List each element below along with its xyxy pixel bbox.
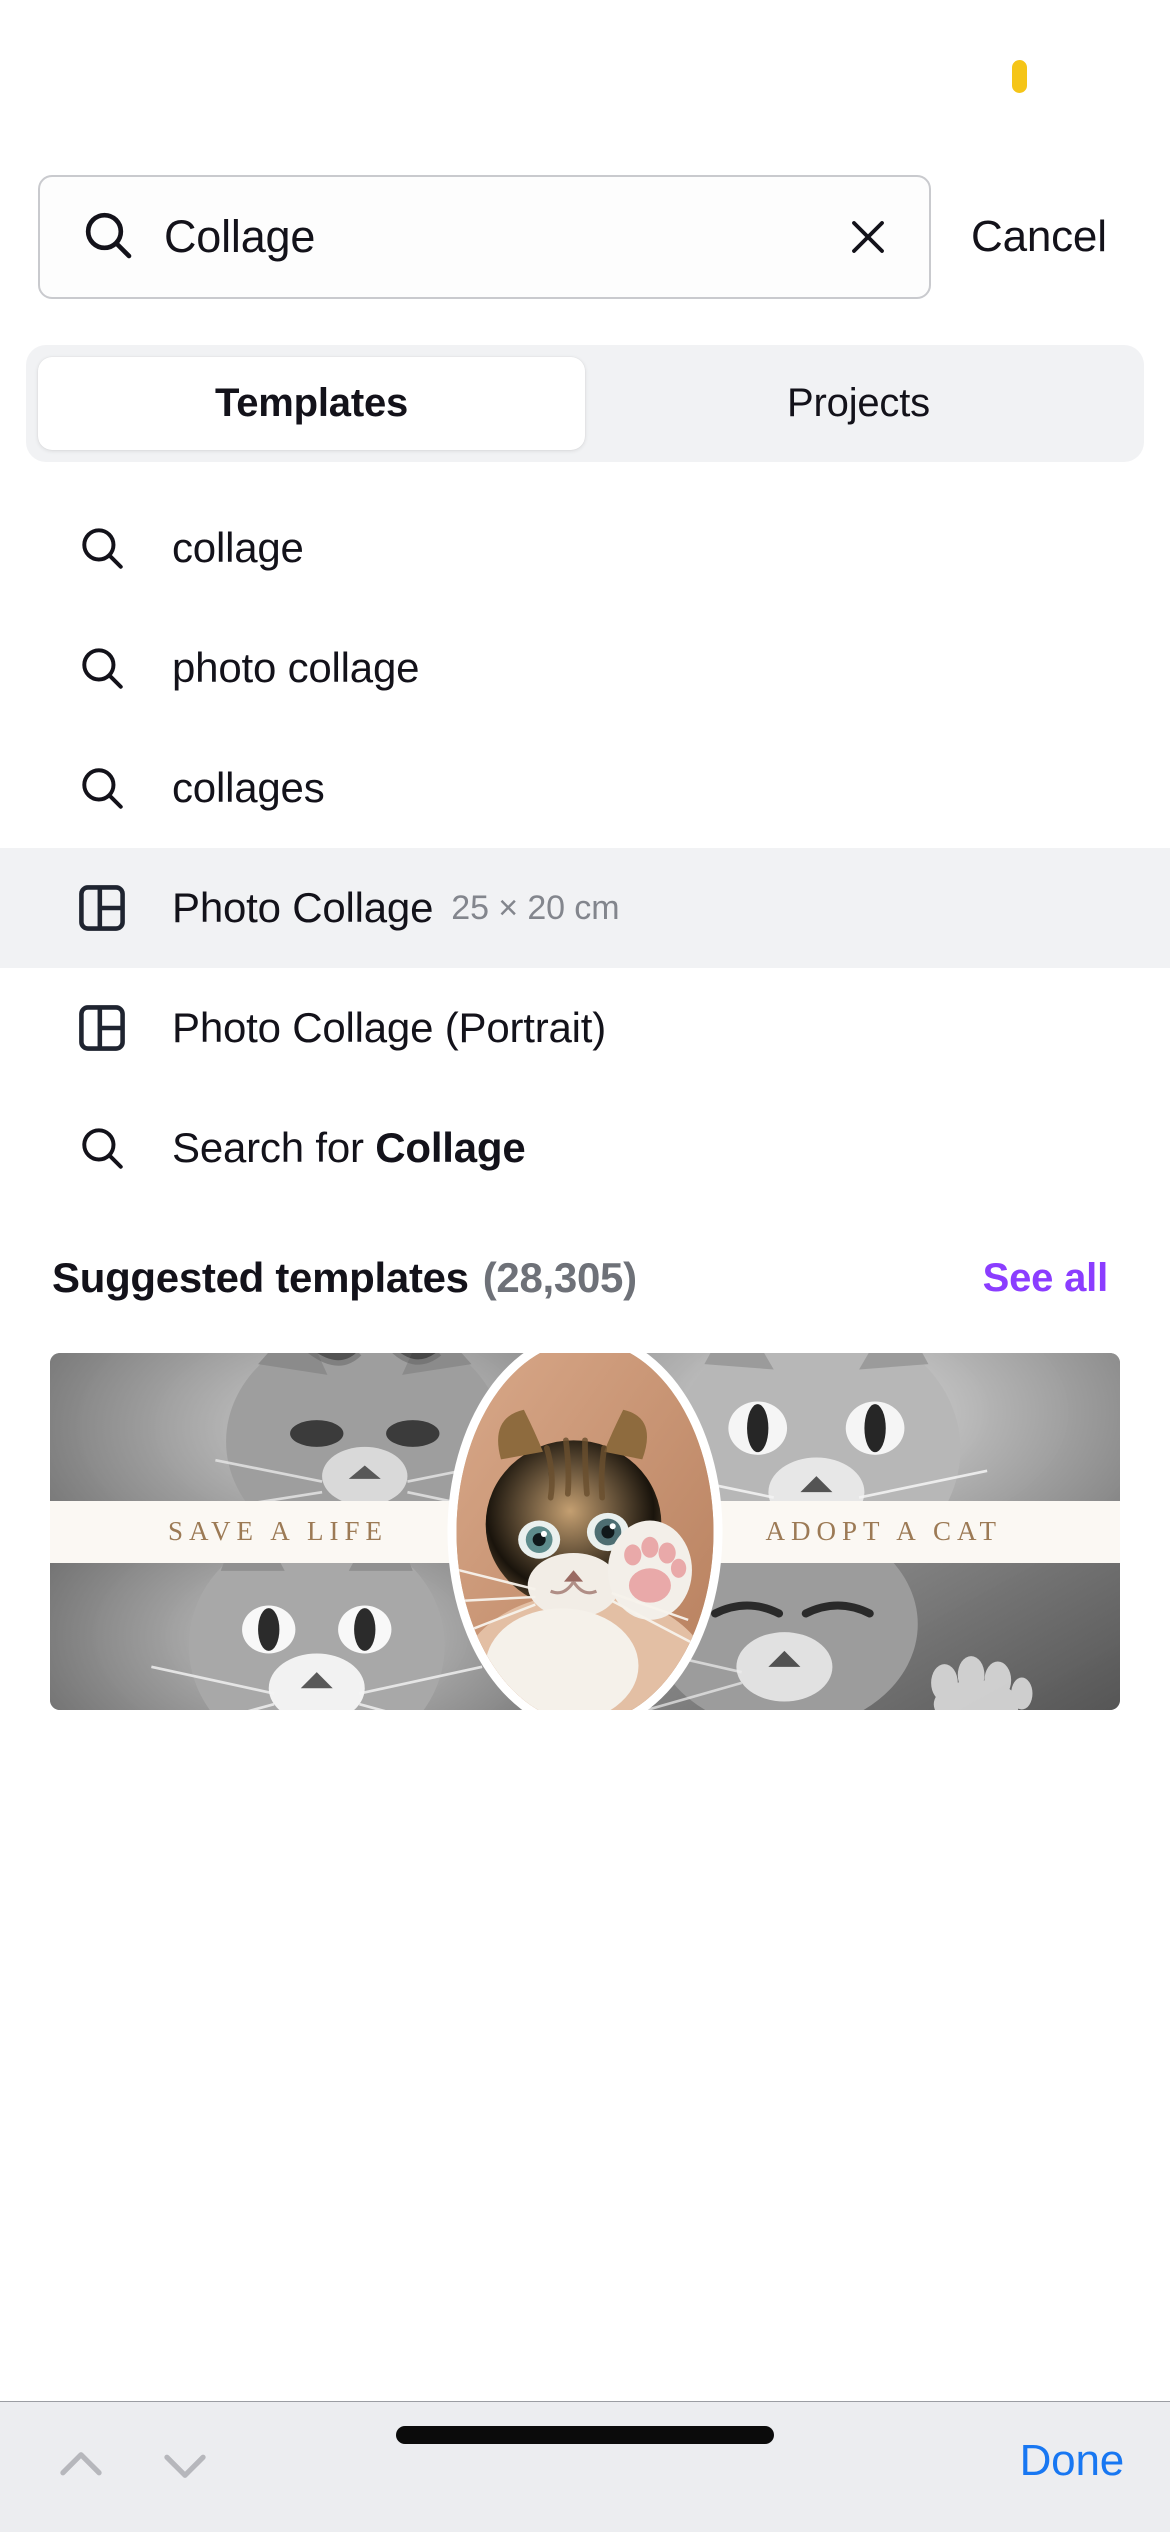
collage-center-photo (447, 1353, 723, 1710)
list-item-label: collages (172, 764, 325, 811)
list-item-label: Photo Collage (172, 884, 434, 931)
list-item-label: photo collage (172, 644, 420, 691)
search-for-prefix: Search for (172, 1124, 376, 1171)
suggested-templates-header: Suggested templates (28,305) See all (0, 1238, 1170, 1318)
list-item-photo-collage-portrait[interactable]: Photo Collage (Portrait) (0, 968, 1170, 1088)
list-item[interactable]: collages (0, 728, 1170, 848)
band-text-right: ADOPT A CAT (765, 1516, 1002, 1546)
cancel-button[interactable]: Cancel (971, 212, 1107, 262)
search-input-value: Collage (164, 211, 316, 262)
app-screen: Collage Cancel Templates Projects collag… (0, 0, 1170, 2532)
list-item-label: Search for Collage (172, 1124, 526, 1172)
template-icon (74, 1000, 130, 1056)
home-indicator (396, 2426, 774, 2444)
list-item-search-for[interactable]: Search for Collage (0, 1088, 1170, 1208)
search-icon (74, 520, 130, 576)
tab-projects[interactable]: Projects (585, 357, 1132, 450)
tab-templates[interactable]: Templates (38, 357, 585, 450)
search-icon (74, 640, 130, 696)
search-icon (80, 207, 136, 268)
list-item-label: collage (172, 524, 304, 571)
suggestion-list: collage photo collage collages Photo Col… (0, 488, 1170, 1208)
list-item[interactable]: collage (0, 488, 1170, 608)
segmented-control: Templates Projects (26, 345, 1144, 462)
section-count: (28,305) (482, 1254, 637, 1301)
section-title: Suggested templates (52, 1254, 469, 1301)
band-text-left: SAVE A LIFE (168, 1516, 389, 1546)
chevron-up-icon[interactable] (50, 2434, 112, 2496)
search-icon (74, 1120, 130, 1176)
chevron-down-icon[interactable] (154, 2434, 216, 2496)
search-icon (74, 760, 130, 816)
search-input[interactable]: Collage (38, 175, 931, 299)
list-item-label: Photo Collage (Portrait) (172, 1004, 607, 1051)
keyboard-accessory-bar: Done (0, 2401, 1170, 2532)
list-item-dimensions: 25 × 20 cm (451, 888, 620, 927)
done-button[interactable]: Done (1020, 2436, 1125, 2486)
template-card[interactable]: SAVE A LIFE ADOPT A CAT (50, 1353, 1120, 1710)
see-all-link[interactable]: See all (983, 1256, 1109, 1301)
status-indicator-pill (1012, 60, 1027, 93)
list-item-photo-collage[interactable]: Photo Collage 25 × 20 cm (0, 848, 1170, 968)
keyboard-nav-group (50, 2434, 216, 2496)
clear-search-button[interactable] (837, 206, 899, 268)
search-for-query: Collage (375, 1124, 526, 1171)
search-bar: Collage Cancel (0, 172, 1170, 302)
template-icon (74, 880, 130, 936)
list-item[interactable]: photo collage (0, 608, 1170, 728)
